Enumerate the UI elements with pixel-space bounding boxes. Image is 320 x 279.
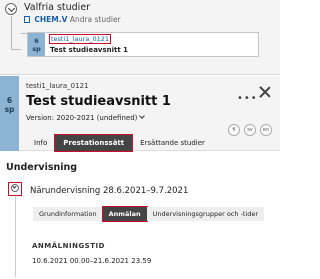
credits-unit: sp (32, 45, 41, 53)
detail-tabs: Info Prestationssätt Ersättande studier (26, 134, 213, 152)
tree-title: Valfria studier (24, 2, 91, 13)
course-unit-name: Test studieavsnitt 1 (50, 46, 129, 54)
language-button-fi[interactable]: fi (228, 124, 240, 136)
credits-value: 6 (34, 37, 39, 45)
parent-module-name: Andra studier (69, 15, 121, 24)
chevron-down-icon[interactable] (8, 182, 22, 196)
parent-module-code: CHEM.V (34, 15, 68, 24)
chevron-down-icon[interactable] (5, 3, 17, 15)
course-unit-title: Test studieavsnitt 1 (26, 94, 171, 109)
credits-badge: 6 sp (0, 76, 19, 151)
chevron-down-icon (139, 113, 146, 119)
credits-value: 6 (6, 96, 13, 105)
tab-basic-info[interactable]: Grundinformation (33, 207, 103, 221)
credits-unit: sp (4, 105, 15, 114)
teaching-event-title: Närundervisning 28.6.2021–9.7.2021 (30, 186, 189, 196)
parent-module-link[interactable]: CHEM.V Andra studier (24, 15, 121, 24)
enrollment-period: 10.6.2021 00.00–21.6.2021 23.59 (32, 257, 152, 265)
section-heading: Undervisning (6, 162, 78, 173)
tree-connector (11, 16, 21, 50)
enrollment-heading: ANMÄLNINGSTID (32, 242, 105, 250)
tab-study-groups[interactable]: Undervisningsgrupper och -tider (146, 207, 265, 221)
section-connector (15, 197, 16, 277)
module-icon (24, 16, 30, 23)
course-unit-code-link[interactable]: testi1_laura_0121 (48, 34, 112, 44)
tab-info[interactable]: Info (26, 135, 55, 151)
event-tabs: Grundinformation Anmälan Undervisningsgr… (33, 206, 265, 222)
tab-completion-methods[interactable]: Prestationssätt (54, 134, 134, 152)
course-unit-card[interactable]: 6 sp testi1_laura_0121 Test studieavsnit… (27, 32, 259, 57)
study-tree: Valfria studier CHEM.V Andra studier 6 s… (0, 0, 280, 75)
language-button-en[interactable]: en (260, 124, 272, 136)
more-options-icon[interactable]: ••• (237, 93, 258, 104)
tab-substitutions[interactable]: Ersättande studier (132, 135, 213, 151)
version-select[interactable]: Version: 2020-2021 (undefined) (26, 113, 146, 122)
close-icon[interactable] (258, 85, 272, 99)
version-label: Version: 2020-2021 (undefined) (26, 114, 138, 122)
credits-badge: 6 sp (28, 33, 45, 56)
language-button-sv[interactable]: sv (244, 124, 256, 136)
course-unit-code: testi1_laura_0121 (26, 82, 89, 90)
course-unit-detail: 6 sp testi1_laura_0121 Test studieavsnit… (0, 76, 280, 152)
tab-enrollment[interactable]: Anmälan (101, 206, 148, 222)
